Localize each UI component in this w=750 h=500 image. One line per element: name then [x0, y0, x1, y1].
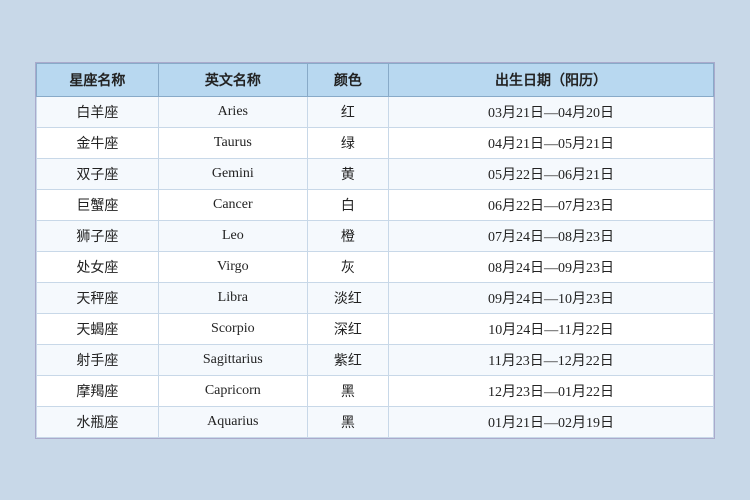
cell-english: Scorpio — [158, 313, 307, 344]
table-row: 摩羯座Capricorn黑12月23日—01月22日 — [37, 375, 714, 406]
cell-english: Capricorn — [158, 375, 307, 406]
cell-color: 深红 — [307, 313, 388, 344]
table-body: 白羊座Aries红03月21日—04月20日金牛座Taurus绿04月21日—0… — [37, 96, 714, 437]
cell-chinese: 摩羯座 — [37, 375, 159, 406]
cell-date: 10月24日—11月22日 — [389, 313, 714, 344]
cell-chinese: 双子座 — [37, 158, 159, 189]
table-row: 天蝎座Scorpio深红10月24日—11月22日 — [37, 313, 714, 344]
cell-color: 橙 — [307, 220, 388, 251]
header-color: 颜色 — [307, 63, 388, 96]
cell-english: Gemini — [158, 158, 307, 189]
cell-date: 05月22日—06月21日 — [389, 158, 714, 189]
header-chinese: 星座名称 — [37, 63, 159, 96]
cell-chinese: 白羊座 — [37, 96, 159, 127]
cell-chinese: 狮子座 — [37, 220, 159, 251]
cell-english: Virgo — [158, 251, 307, 282]
cell-english: Aquarius — [158, 406, 307, 437]
cell-color: 黑 — [307, 375, 388, 406]
cell-color: 灰 — [307, 251, 388, 282]
cell-chinese: 巨蟹座 — [37, 189, 159, 220]
cell-english: Aries — [158, 96, 307, 127]
cell-date: 04月21日—05月21日 — [389, 127, 714, 158]
cell-color: 黑 — [307, 406, 388, 437]
cell-english: Sagittarius — [158, 344, 307, 375]
table-row: 水瓶座Aquarius黑01月21日—02月19日 — [37, 406, 714, 437]
cell-date: 08月24日—09月23日 — [389, 251, 714, 282]
cell-color: 紫红 — [307, 344, 388, 375]
header-date: 出生日期（阳历） — [389, 63, 714, 96]
table-row: 射手座Sagittarius紫红11月23日—12月22日 — [37, 344, 714, 375]
cell-color: 白 — [307, 189, 388, 220]
table-row: 天秤座Libra淡红09月24日—10月23日 — [37, 282, 714, 313]
table-row: 金牛座Taurus绿04月21日—05月21日 — [37, 127, 714, 158]
cell-english: Leo — [158, 220, 307, 251]
cell-chinese: 处女座 — [37, 251, 159, 282]
cell-english: Taurus — [158, 127, 307, 158]
cell-date: 06月22日—07月23日 — [389, 189, 714, 220]
cell-date: 07月24日—08月23日 — [389, 220, 714, 251]
table-row: 巨蟹座Cancer白06月22日—07月23日 — [37, 189, 714, 220]
cell-chinese: 金牛座 — [37, 127, 159, 158]
cell-color: 红 — [307, 96, 388, 127]
cell-date: 01月21日—02月19日 — [389, 406, 714, 437]
cell-date: 11月23日—12月22日 — [389, 344, 714, 375]
cell-color: 绿 — [307, 127, 388, 158]
cell-english: Libra — [158, 282, 307, 313]
cell-chinese: 射手座 — [37, 344, 159, 375]
cell-date: 03月21日—04月20日 — [389, 96, 714, 127]
cell-chinese: 水瓶座 — [37, 406, 159, 437]
zodiac-table-wrapper: 星座名称 英文名称 颜色 出生日期（阳历） 白羊座Aries红03月21日—04… — [35, 62, 715, 439]
cell-date: 09月24日—10月23日 — [389, 282, 714, 313]
cell-chinese: 天秤座 — [37, 282, 159, 313]
table-row: 双子座Gemini黄05月22日—06月21日 — [37, 158, 714, 189]
table-row: 狮子座Leo橙07月24日—08月23日 — [37, 220, 714, 251]
zodiac-table: 星座名称 英文名称 颜色 出生日期（阳历） 白羊座Aries红03月21日—04… — [36, 63, 714, 438]
cell-color: 淡红 — [307, 282, 388, 313]
table-row: 白羊座Aries红03月21日—04月20日 — [37, 96, 714, 127]
cell-date: 12月23日—01月22日 — [389, 375, 714, 406]
cell-chinese: 天蝎座 — [37, 313, 159, 344]
cell-english: Cancer — [158, 189, 307, 220]
table-row: 处女座Virgo灰08月24日—09月23日 — [37, 251, 714, 282]
header-english: 英文名称 — [158, 63, 307, 96]
table-header-row: 星座名称 英文名称 颜色 出生日期（阳历） — [37, 63, 714, 96]
cell-color: 黄 — [307, 158, 388, 189]
